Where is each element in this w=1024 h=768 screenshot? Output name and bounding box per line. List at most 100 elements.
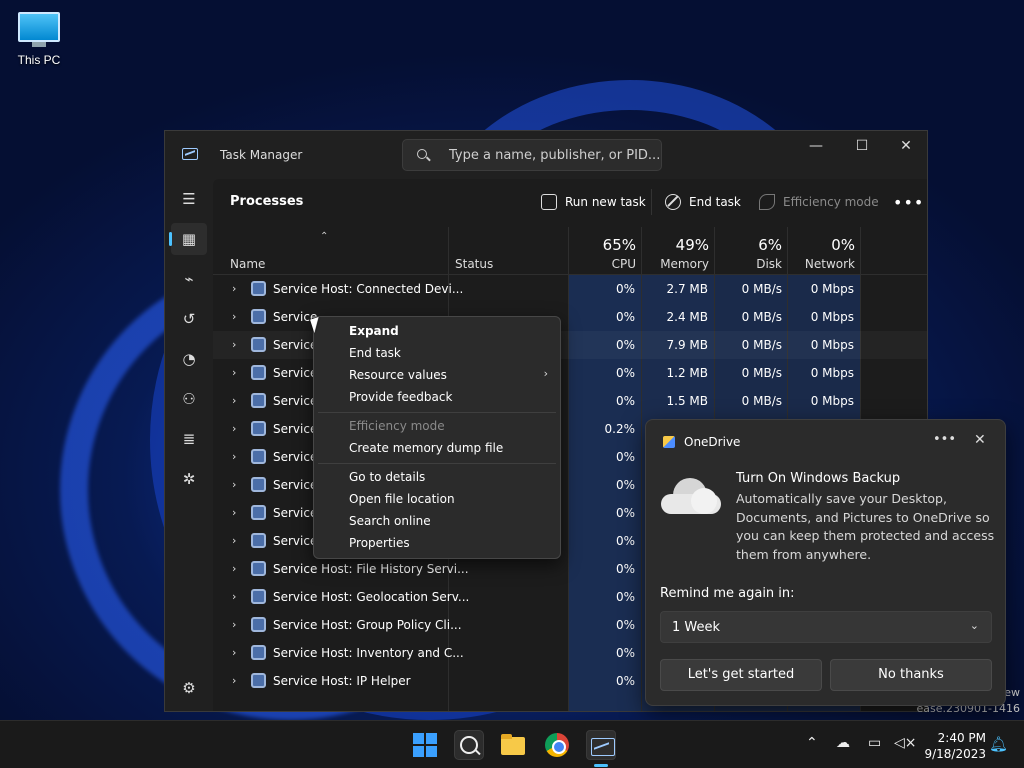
- search-input[interactable]: Type a name, publisher, or PID...: [402, 139, 662, 171]
- lets-get-started-button[interactable]: Let's get started: [660, 659, 822, 691]
- service-gear-icon: [251, 393, 266, 408]
- cpu-value: 0.2%: [604, 422, 636, 436]
- service-gear-icon: [251, 505, 266, 520]
- nav-users-icon[interactable]: ⚇: [171, 383, 207, 415]
- onedrive-icon: [663, 436, 675, 448]
- minimize-button[interactable]: —: [793, 131, 839, 161]
- network-icon[interactable]: ▭: [868, 735, 881, 751]
- nav-performance-icon[interactable]: ⌁: [171, 263, 207, 295]
- menu-item-open-file-location[interactable]: Open file location: [349, 492, 455, 506]
- window-title: Task Manager: [220, 148, 303, 162]
- menu-item-go-to-details[interactable]: Go to details: [349, 470, 425, 484]
- expand-chevron-icon[interactable]: ›: [232, 674, 236, 687]
- disk-value: 0 MB/s: [741, 282, 782, 296]
- expand-chevron-icon[interactable]: ›: [232, 366, 236, 379]
- task-manager-taskbar-icon[interactable]: [586, 730, 616, 760]
- close-button[interactable]: ✕: [883, 131, 927, 161]
- file-explorer-icon[interactable]: [498, 730, 528, 760]
- process-name: Service: [273, 422, 318, 436]
- menu-item-properties[interactable]: Properties: [349, 536, 410, 550]
- page-title: Processes: [230, 194, 304, 209]
- expand-chevron-icon[interactable]: ›: [232, 282, 236, 295]
- left-nav: ☰ ▦ ⌁ ↺ ◔ ⚇ ≣ ✲ ⚙: [165, 179, 213, 711]
- process-name: Service Host: Group Policy Cli...: [273, 618, 462, 632]
- clock-date: 9/18/2023: [924, 747, 986, 761]
- hamburger-menu-icon[interactable]: ☰: [171, 183, 207, 215]
- expand-chevron-icon[interactable]: ›: [232, 562, 236, 575]
- expand-chevron-icon[interactable]: ›: [232, 338, 236, 351]
- menu-item-provide-feedback[interactable]: Provide feedback: [349, 390, 452, 404]
- expand-chevron-icon[interactable]: ›: [232, 506, 236, 519]
- process-name: Service Host: Geolocation Serv...: [273, 590, 470, 604]
- process-name: Service Host: Inventory and C...: [273, 646, 464, 660]
- onedrive-tray-icon[interactable]: ☁: [836, 735, 850, 751]
- menu-item-search-online[interactable]: Search online: [349, 514, 431, 528]
- expand-chevron-icon[interactable]: ›: [232, 590, 236, 603]
- clock[interactable]: 2:40 PM 9/18/2023: [918, 730, 986, 762]
- nav-startup-apps-icon[interactable]: ◔: [171, 343, 207, 375]
- chevron-up-icon[interactable]: ⌃: [806, 735, 818, 751]
- nav-services-icon[interactable]: ✲: [171, 463, 207, 495]
- expand-chevron-icon[interactable]: ›: [232, 394, 236, 407]
- service-gear-icon: [251, 645, 266, 660]
- notification-close-button[interactable]: ✕: [974, 432, 986, 448]
- menu-item-expand[interactable]: Expand: [349, 324, 399, 338]
- no-thanks-button[interactable]: No thanks: [830, 659, 992, 691]
- expand-chevron-icon[interactable]: ›: [232, 646, 236, 659]
- taskbar-search-icon[interactable]: [454, 730, 484, 760]
- efficiency-mode-button[interactable]: Efficiency mode: [759, 192, 879, 212]
- onedrive-notification: OneDrive ••• ✕ Turn On Windows Backup Au…: [645, 419, 1006, 706]
- menu-item-efficiency-mode: Efficiency mode: [349, 419, 445, 433]
- end-task-button[interactable]: End task: [665, 192, 741, 212]
- notification-bell-icon[interactable]: 🔔︎: [989, 735, 1008, 753]
- cpu-value: 0%: [615, 282, 635, 296]
- network-value: 0 Mbps: [810, 282, 854, 296]
- nav-details-icon[interactable]: ≣: [171, 423, 207, 455]
- expand-chevron-icon[interactable]: ›: [232, 618, 236, 631]
- cpu-value: 0%: [615, 506, 635, 520]
- column-header-status[interactable]: Status: [455, 227, 565, 275]
- disk-value: 0 MB/s: [741, 394, 782, 408]
- menu-item-create-dump[interactable]: Create memory dump file: [349, 441, 503, 455]
- expand-chevron-icon[interactable]: ›: [232, 450, 236, 463]
- column-header-disk[interactable]: 6% Disk: [715, 227, 788, 275]
- notification-more-button[interactable]: •••: [933, 432, 956, 447]
- run-new-task-button[interactable]: Run new task: [541, 192, 646, 212]
- nav-app-history-icon[interactable]: ↺: [171, 303, 207, 335]
- memory-value: 1.5 MB: [666, 394, 708, 408]
- process-name: Service: [273, 478, 318, 492]
- column-header-name[interactable]: ⌃ Name: [230, 227, 430, 275]
- more-options-button[interactable]: •••: [893, 192, 924, 212]
- expand-chevron-icon[interactable]: ›: [232, 478, 236, 491]
- cpu-value: 0%: [615, 534, 635, 548]
- process-name: Service Host: File History Servi...: [273, 562, 469, 576]
- column-header-cpu[interactable]: 65% CPU: [569, 227, 642, 275]
- expand-chevron-icon[interactable]: ›: [232, 534, 236, 547]
- menu-item-end-task[interactable]: End task: [349, 346, 401, 360]
- column-header-network[interactable]: 0% Network: [788, 227, 861, 275]
- service-gear-icon: [251, 421, 266, 436]
- service-gear-icon: [251, 449, 266, 464]
- cpu-value: 0%: [615, 590, 635, 604]
- maximize-button[interactable]: ☐: [839, 131, 885, 161]
- desktop-icon-this-pc[interactable]: This PC: [10, 10, 68, 67]
- process-name: Service: [273, 394, 318, 408]
- start-button[interactable]: [410, 730, 440, 760]
- menu-item-resource-values[interactable]: Resource values: [349, 368, 447, 382]
- remind-dropdown[interactable]: 1 Week ⌄: [660, 611, 992, 643]
- task-manager-app-icon: [182, 148, 198, 160]
- network-value: 0 Mbps: [810, 310, 854, 324]
- chrome-icon[interactable]: [542, 730, 572, 760]
- process-name: Service: [273, 338, 318, 352]
- cloud-icon: [661, 478, 721, 518]
- table-row[interactable]: › Service Host: Connected Devi... 0% 2.7 MB…: [213, 275, 927, 303]
- submenu-arrow-icon: ›: [543, 367, 548, 380]
- column-header-memory[interactable]: 49% Memory: [642, 227, 715, 275]
- expand-chevron-icon[interactable]: ›: [232, 422, 236, 435]
- volume-icon[interactable]: ◁×: [894, 735, 917, 751]
- nav-settings-icon[interactable]: ⚙: [171, 672, 207, 704]
- monitor-icon: [18, 12, 60, 42]
- nav-processes-icon[interactable]: ▦: [169, 223, 207, 255]
- cpu-value: 0%: [615, 310, 635, 324]
- expand-chevron-icon[interactable]: ›: [232, 310, 236, 323]
